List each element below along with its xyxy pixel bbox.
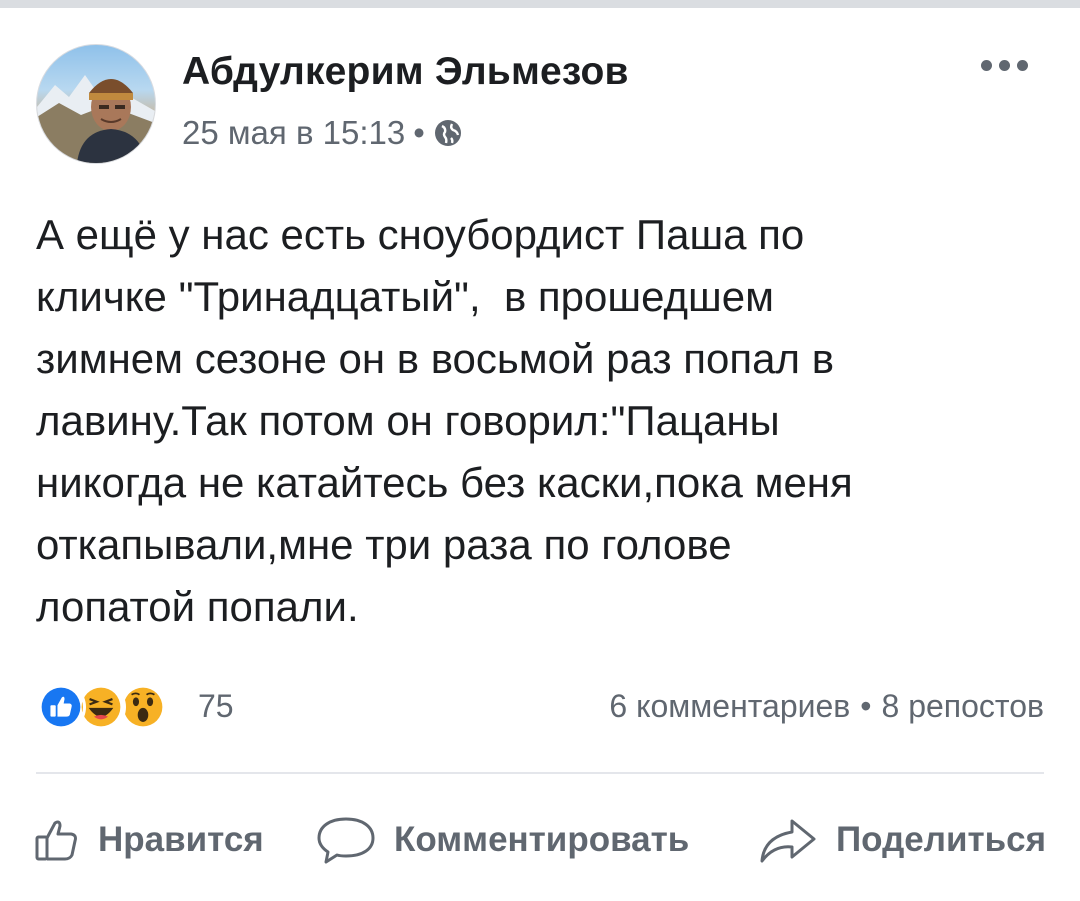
- globe-icon: [433, 118, 463, 148]
- post-stats: 75 6 комментариев • 8 репостов: [36, 676, 1044, 736]
- author-name[interactable]: Абдулкерим Эльмезов: [182, 50, 629, 94]
- reactions-summary[interactable]: [36, 682, 186, 734]
- stats-separator: •: [860, 688, 872, 724]
- share-arrow-icon: [758, 815, 818, 865]
- reaction-count[interactable]: 75: [198, 688, 234, 725]
- comment-button-label: Комментировать: [394, 820, 690, 859]
- share-button-label: Поделиться: [836, 820, 1047, 859]
- like-button-label: Нравится: [98, 820, 264, 859]
- more-options-icon[interactable]: [981, 60, 1028, 71]
- share-button[interactable]: Поделиться: [758, 805, 1046, 875]
- avatar[interactable]: [36, 44, 156, 164]
- post-text: А ещё у нас есть сноубордист Паша по кли…: [36, 211, 853, 630]
- post-header: Абдулкерим Эльмезов 25 мая в 15:13 •: [36, 44, 1044, 164]
- like-button[interactable]: Нравится: [34, 805, 264, 875]
- avatar-photo: [37, 75, 155, 163]
- like-reaction-icon: [36, 682, 86, 732]
- shares-count[interactable]: 8 репостов: [882, 688, 1045, 725]
- post-timestamp[interactable]: 25 мая в 15:13: [182, 114, 405, 152]
- comment-button[interactable]: Комментировать: [316, 805, 689, 875]
- comments-count[interactable]: 6 комментариев: [609, 688, 850, 725]
- engagement-counts: 6 комментариев • 8 репостов: [609, 688, 1044, 725]
- thumbs-up-icon: [34, 817, 80, 863]
- actions-divider: [36, 772, 1044, 774]
- meta-separator: •: [413, 114, 425, 151]
- comment-bubble-icon: [316, 815, 376, 865]
- post-meta: 25 мая в 15:13 •: [182, 114, 463, 152]
- post-actions: Нравится Комментировать Поделиться: [0, 805, 1080, 875]
- top-divider-bar: [0, 0, 1080, 8]
